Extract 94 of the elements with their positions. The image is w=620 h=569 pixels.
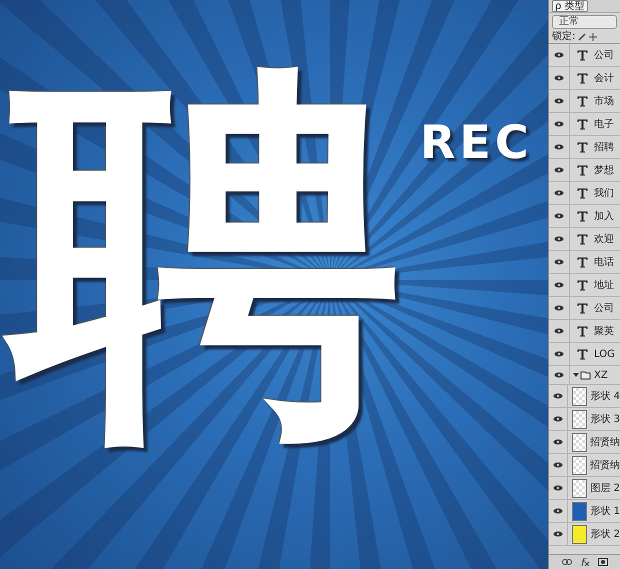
layer-row[interactable]: 聚英 [549,320,620,343]
text-layer-icon [576,188,588,198]
eye-icon[interactable] [553,393,564,399]
text-layer-icon [576,96,588,106]
layer-row[interactable]: 我们 [549,182,620,205]
layer-name: 形状 3 [590,412,620,426]
layer-row[interactable]: 地址 [549,274,620,297]
layer-row[interactable]: 形状 1 [549,500,620,523]
eye-icon[interactable] [554,144,564,150]
layer-name: 电子 [594,118,614,131]
eye-icon[interactable] [554,351,564,357]
eye-icon[interactable] [553,439,564,445]
filter-dropdown[interactable]: ρ 类型 [552,0,588,12]
layer-name: 公司 [594,302,614,315]
eye-icon[interactable] [553,485,564,491]
text-layer-icon [576,234,588,244]
layer-row[interactable]: 加入 [549,205,620,228]
link-icon[interactable] [562,559,572,565]
eye-icon[interactable] [554,121,564,127]
text-layer-icon [576,302,588,314]
eye-icon[interactable] [554,282,564,288]
text-layer-icon [576,348,588,360]
layer-row[interactable]: 欢迎 [549,228,620,251]
layer-row[interactable]: 公司 [549,44,620,67]
mask-icon[interactable] [598,558,608,566]
layer-name: LOG [594,348,615,360]
text-layer-icon [576,118,588,130]
layer-row[interactable]: 电话 [549,251,620,274]
layer-name: 图层 2 [590,482,620,495]
lock-label: 锁定: [552,32,576,42]
layer-row[interactable]: 梦想 [549,159,620,182]
layer-row[interactable]: 形状 4 [549,385,620,408]
layer-name: 公司 [594,49,614,62]
eye-icon[interactable] [554,98,564,104]
eye-icon[interactable] [554,328,564,334]
layer-name: 市场 [594,94,614,108]
layer-name: 会计 [594,72,614,85]
layer-name: 招贤纳 [590,458,620,472]
text-layer-icon [576,142,588,152]
eye-icon[interactable] [554,52,564,58]
eye-icon[interactable] [554,259,564,265]
brush-icon[interactable] [578,33,586,41]
layer-name: 招贤纳 [590,436,620,449]
text-layer-icon [576,210,588,222]
eye-icon[interactable] [553,462,564,468]
effects-icon[interactable] [580,558,590,566]
eye-icon[interactable] [554,236,564,242]
layer-row[interactable]: 招贤纳 [549,454,620,477]
layer-thumbnail [572,386,587,406]
layer-name: 我们 [594,186,614,200]
layer-name: 欢迎 [594,232,614,246]
layer-name: 加入 [594,210,614,223]
text-layer-icon [576,280,588,290]
eye-icon[interactable] [554,190,564,196]
layer-row[interactable]: 会计 [549,67,620,90]
eye-icon[interactable] [554,372,564,378]
layer-name: 聚英 [594,324,614,338]
layer-row[interactable]: 招贤纳 [549,431,620,454]
text-layer-icon [576,50,588,60]
layer-thumbnail [572,410,587,428]
layer-row[interactable]: 图层 2 [549,477,620,500]
layer-row[interactable]: 市场 [549,90,620,113]
layer-row[interactable]: LOG [549,343,620,366]
eye-icon[interactable] [553,416,564,422]
layer-thumbnail [572,478,587,498]
layer-name: 形状 4 [590,390,620,403]
layer-row[interactable]: 形状 3 [549,408,620,431]
layer-row[interactable]: XZ [549,366,620,385]
eye-icon[interactable] [553,508,564,514]
layer-thumbnail [572,432,587,452]
layer-name: 招聘 [594,140,614,154]
eye-icon[interactable] [554,305,564,311]
move-icon[interactable] [589,33,598,41]
layer-name: 形状 2 [590,528,620,541]
text-layer-icon [576,72,588,84]
blend-mode-dropdown[interactable]: 正常 [552,15,617,29]
eye-icon[interactable] [554,213,564,219]
text-layer-icon [576,164,588,176]
eye-icon[interactable] [554,75,564,81]
text-layer-icon [576,326,588,336]
layer-name: 电话 [594,256,614,269]
eye-icon[interactable] [554,167,564,173]
eye-icon[interactable] [553,531,564,537]
layer-row[interactable]: 电子 [549,113,620,136]
subtitle-text: REC [420,115,533,169]
text-layer-icon [576,256,588,268]
layer-name: 梦想 [594,164,614,177]
layer-row[interactable]: 招聘 [549,136,620,159]
layer-thumbnail [572,456,587,474]
layer-name: 形状 1 [590,504,620,518]
layer-row[interactable]: 公司 [549,297,620,320]
layer-name: 地址 [594,278,614,292]
layer-name: XZ [594,370,608,380]
layer-row[interactable]: 形状 2 [549,523,620,546]
